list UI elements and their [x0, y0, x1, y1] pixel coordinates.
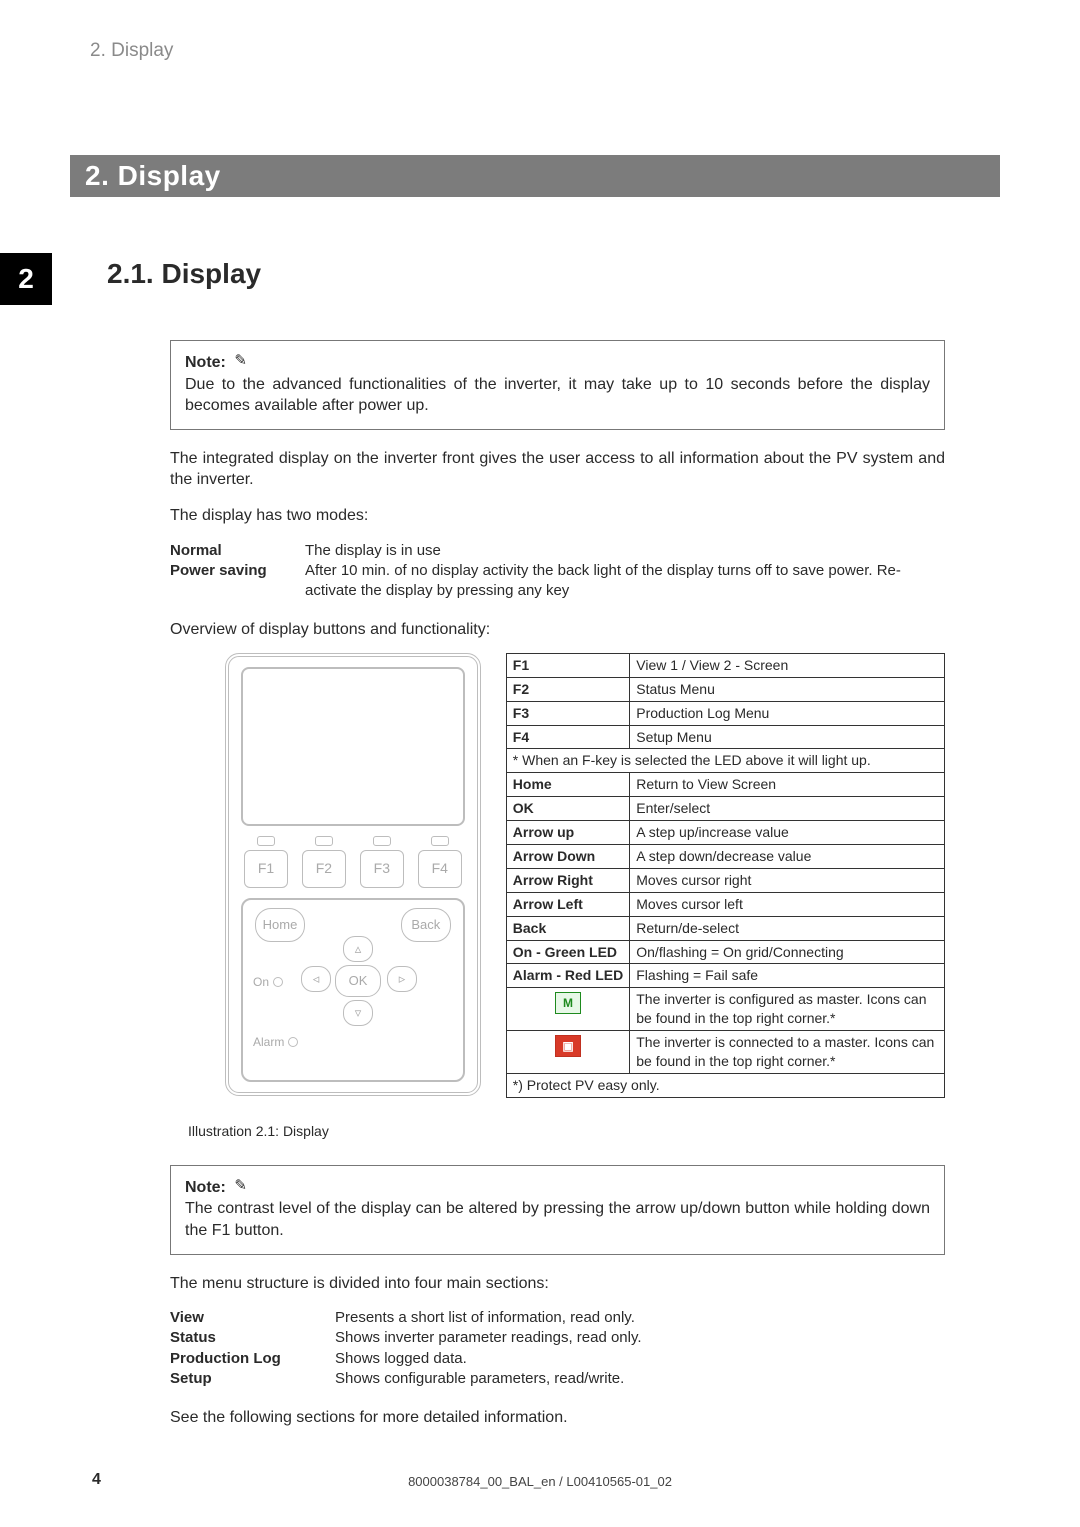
note1-text: Due to the advanced functionalities of t… [185, 374, 930, 417]
page-header-breadcrumb: 2. Display [90, 40, 173, 62]
master-icon: M [555, 992, 581, 1014]
note-box-1: Note: ✎ Due to the advanced functionalit… [170, 340, 945, 430]
diagram-screen [241, 667, 465, 826]
mode-desc-power-saving: After 10 min. of no display activity the… [305, 561, 945, 602]
footer-doc-id: 8000038784_00_BAL_en / L00410565-01_02 [0, 1474, 1080, 1489]
paragraph-1: The integrated display on the inverter f… [170, 448, 945, 491]
mode-label-normal: Normal [170, 541, 305, 561]
diagram-alarm-led: Alarm [253, 1034, 298, 1050]
chapter-bar-title: 2. Display [85, 160, 221, 192]
diagram-back-button: Back [401, 908, 451, 942]
paragraph-2: The display has two modes: [170, 505, 945, 527]
modes-list: Normal The display is in use Power savin… [170, 541, 945, 602]
note-box-2: Note: ✎ The contrast level of the displa… [170, 1165, 945, 1255]
diagram-arrow-up: ▵ [343, 936, 373, 962]
closing-paragraph: See the following sections for more deta… [170, 1407, 945, 1429]
chapter-bar: 2. Display [70, 155, 1000, 197]
diagram-arrow-left: ◃ [301, 966, 331, 992]
diagram-arrow-right: ▹ [387, 966, 417, 992]
note-prefix: Note: [185, 352, 226, 374]
mode-label-power-saving: Power saving [170, 561, 305, 602]
menu-intro: The menu structure is divided into four … [170, 1273, 945, 1295]
diagram-f2: F2 [299, 836, 349, 888]
section-number-box: 2 [0, 253, 52, 305]
overview-text: Overview of display buttons and function… [170, 619, 945, 641]
note2-prefix: Note: [185, 1177, 226, 1199]
display-diagram: F1 F2 F3 F4 Home Back ▵ ▿ ◃ ▹ OK On [225, 653, 481, 1096]
diagram-arrow-down: ▿ [343, 1000, 373, 1026]
function-table: F1View 1 / View 2 - Screen F2Status Menu… [506, 653, 945, 1098]
diagram-home-button: Home [255, 908, 305, 942]
pencil-icon: ✎ [234, 351, 247, 371]
illustration-caption: Illustration 2.1: Display [188, 1122, 945, 1141]
diagram-ok-button: OK [335, 965, 381, 997]
connected-icon: ▣ [555, 1035, 581, 1057]
pencil-icon: ✎ [234, 1176, 247, 1196]
menu-sections-table: ViewPresents a short list of information… [170, 1308, 945, 1389]
note2-text: The contrast level of the display can be… [185, 1198, 930, 1241]
diagram-f1: F1 [241, 836, 291, 888]
diagram-f3: F3 [357, 836, 407, 888]
mode-desc-normal: The display is in use [305, 541, 945, 561]
section-title: 2.1. Display [107, 258, 261, 290]
diagram-f4: F4 [415, 836, 465, 888]
diagram-on-led: On [253, 974, 283, 990]
